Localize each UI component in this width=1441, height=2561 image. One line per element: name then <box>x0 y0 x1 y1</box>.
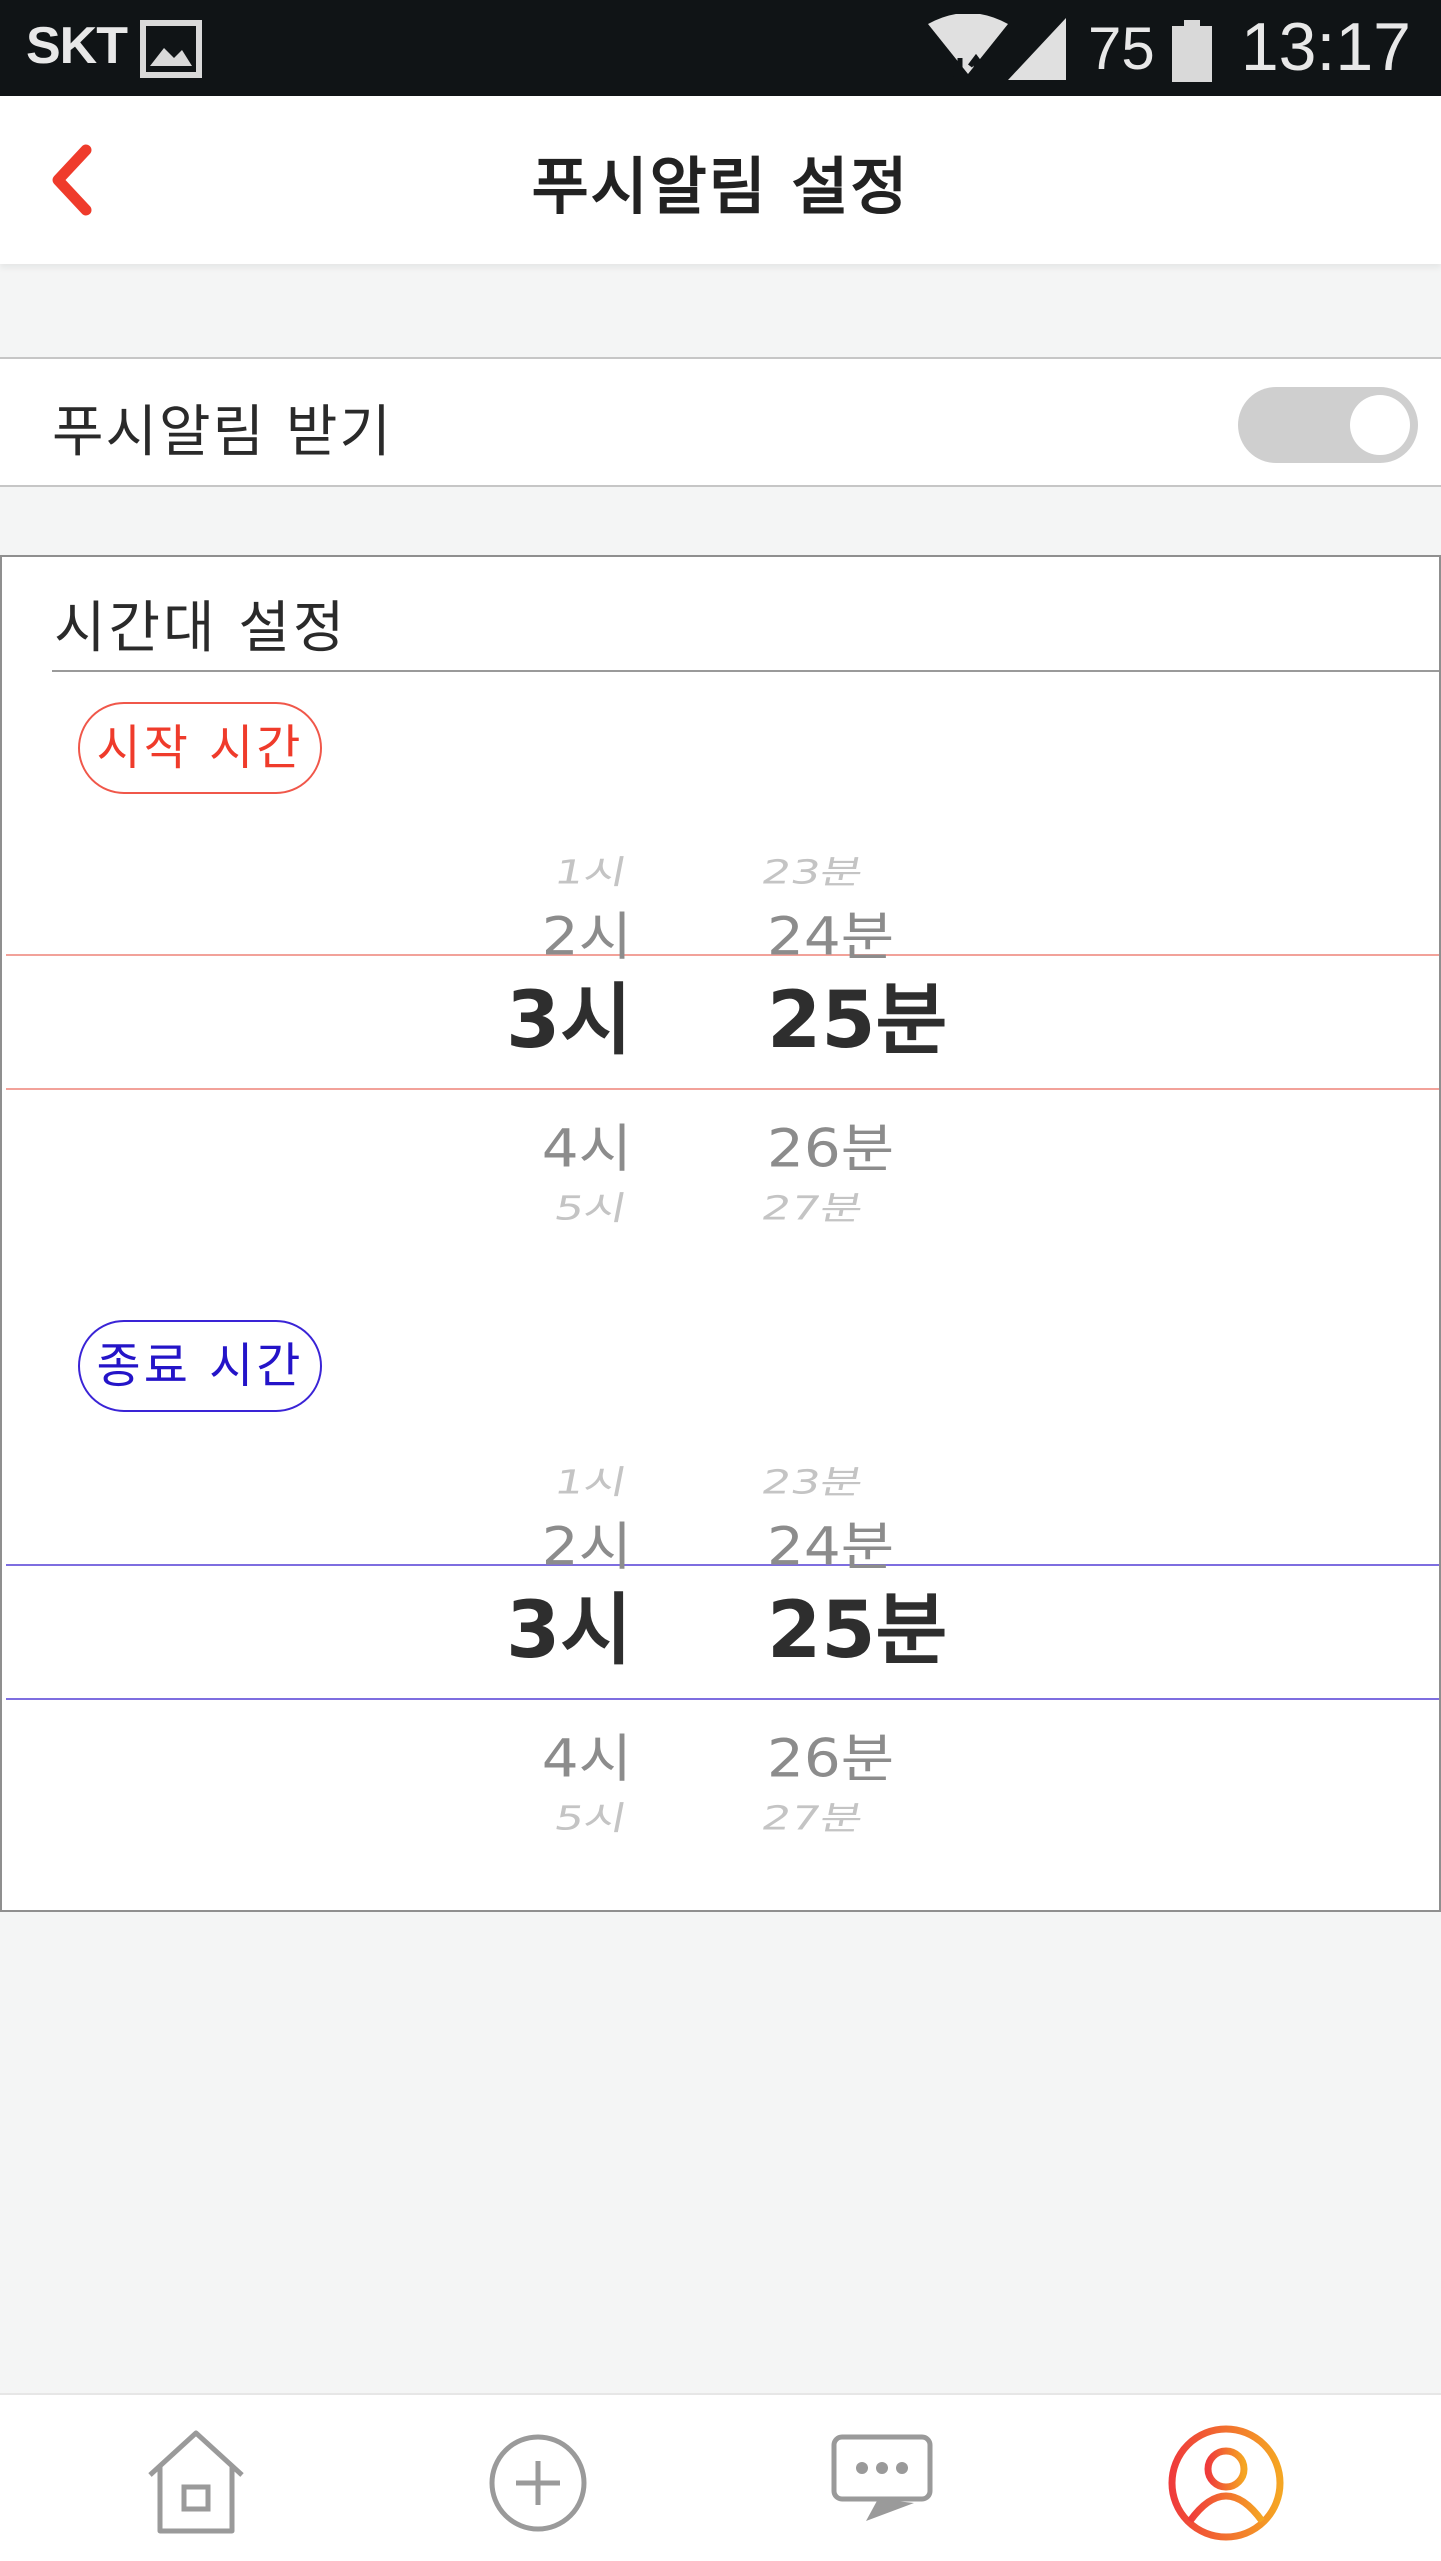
selected-hour[interactable]: 3시 <box>506 1564 632 1698</box>
minute-option[interactable]: 27분 <box>758 1182 868 1230</box>
nav-chat-button[interactable] <box>822 2423 942 2543</box>
minute-option[interactable]: 26분 <box>767 1716 894 1792</box>
selection-line <box>6 1564 1439 1566</box>
wifi-icon <box>928 14 1008 86</box>
selected-hour[interactable]: 3시 <box>506 954 632 1088</box>
home-icon <box>148 2430 244 2534</box>
gallery-icon <box>140 20 202 78</box>
minute-option[interactable]: 23분 <box>758 1456 868 1504</box>
app-header: 푸시알림 설정 <box>0 96 1441 264</box>
status-time: 13:17 <box>1240 9 1411 85</box>
nav-add-button[interactable] <box>478 2423 598 2543</box>
selected-minute[interactable]: 25분 <box>767 954 947 1088</box>
end-time-badge: 종료 시간 <box>78 1320 322 1412</box>
push-notification-toggle[interactable] <box>1238 387 1418 463</box>
selection-line <box>6 1088 1439 1090</box>
divider <box>52 670 1439 672</box>
hour-option[interactable]: 4시 <box>542 1106 632 1182</box>
bottom-navigation <box>0 2393 1441 2561</box>
hour-option[interactable]: 1시 <box>551 1456 632 1504</box>
push-notification-row: 푸시알림 받기 <box>0 357 1441 487</box>
start-hour-wheel[interactable]: 1시 2시 3시 4시 5시 <box>482 842 662 1282</box>
battery-icon <box>1172 20 1212 82</box>
push-notification-label: 푸시알림 받기 <box>52 400 393 465</box>
end-minute-wheel[interactable]: 23분 24분 25분 26분 27분 <box>742 1452 962 1892</box>
nav-home-button[interactable] <box>136 2423 256 2543</box>
battery-percent: 75 <box>1088 15 1155 82</box>
end-hour-wheel[interactable]: 1시 2시 3시 4시 5시 <box>482 1452 662 1892</box>
hour-option[interactable]: 5시 <box>551 1182 632 1230</box>
minute-option[interactable]: 27분 <box>758 1792 868 1840</box>
selection-line <box>6 1698 1439 1700</box>
section-title: 시간대 설정 <box>54 596 348 661</box>
status-bar: SKT 75 13:17 <box>0 0 1441 96</box>
start-time-picker: 1시 2시 3시 4시 5시 23분 24분 25분 26분 27분 <box>2 842 1439 1282</box>
page-title: 푸시알림 설정 <box>531 150 910 223</box>
selection-line <box>6 954 1439 956</box>
start-time-badge: 시작 시간 <box>78 702 322 794</box>
start-minute-wheel[interactable]: 23분 24분 25분 26분 27분 <box>742 842 962 1282</box>
signal-icon <box>1008 18 1066 80</box>
nav-profile-button[interactable] <box>1166 2423 1286 2543</box>
minute-option[interactable]: 23분 <box>758 846 868 894</box>
carrier-label: SKT <box>26 17 128 75</box>
add-icon <box>489 2434 587 2532</box>
hour-option[interactable]: 5시 <box>551 1792 632 1840</box>
end-time-picker: 1시 2시 3시 4시 5시 23분 24분 25분 26분 27분 <box>2 1452 1439 1892</box>
hour-option[interactable]: 4시 <box>542 1716 632 1792</box>
hour-option[interactable]: 1시 <box>551 846 632 894</box>
time-range-section: 시간대 설정 시작 시간 1시 2시 3시 4시 5시 23분 24분 25분 … <box>0 555 1441 1912</box>
selected-minute[interactable]: 25분 <box>767 1564 947 1698</box>
chat-icon <box>831 2434 933 2521</box>
toggle-knob <box>1350 395 1410 455</box>
minute-option[interactable]: 26분 <box>767 1106 894 1182</box>
profile-icon <box>1168 2425 1284 2541</box>
